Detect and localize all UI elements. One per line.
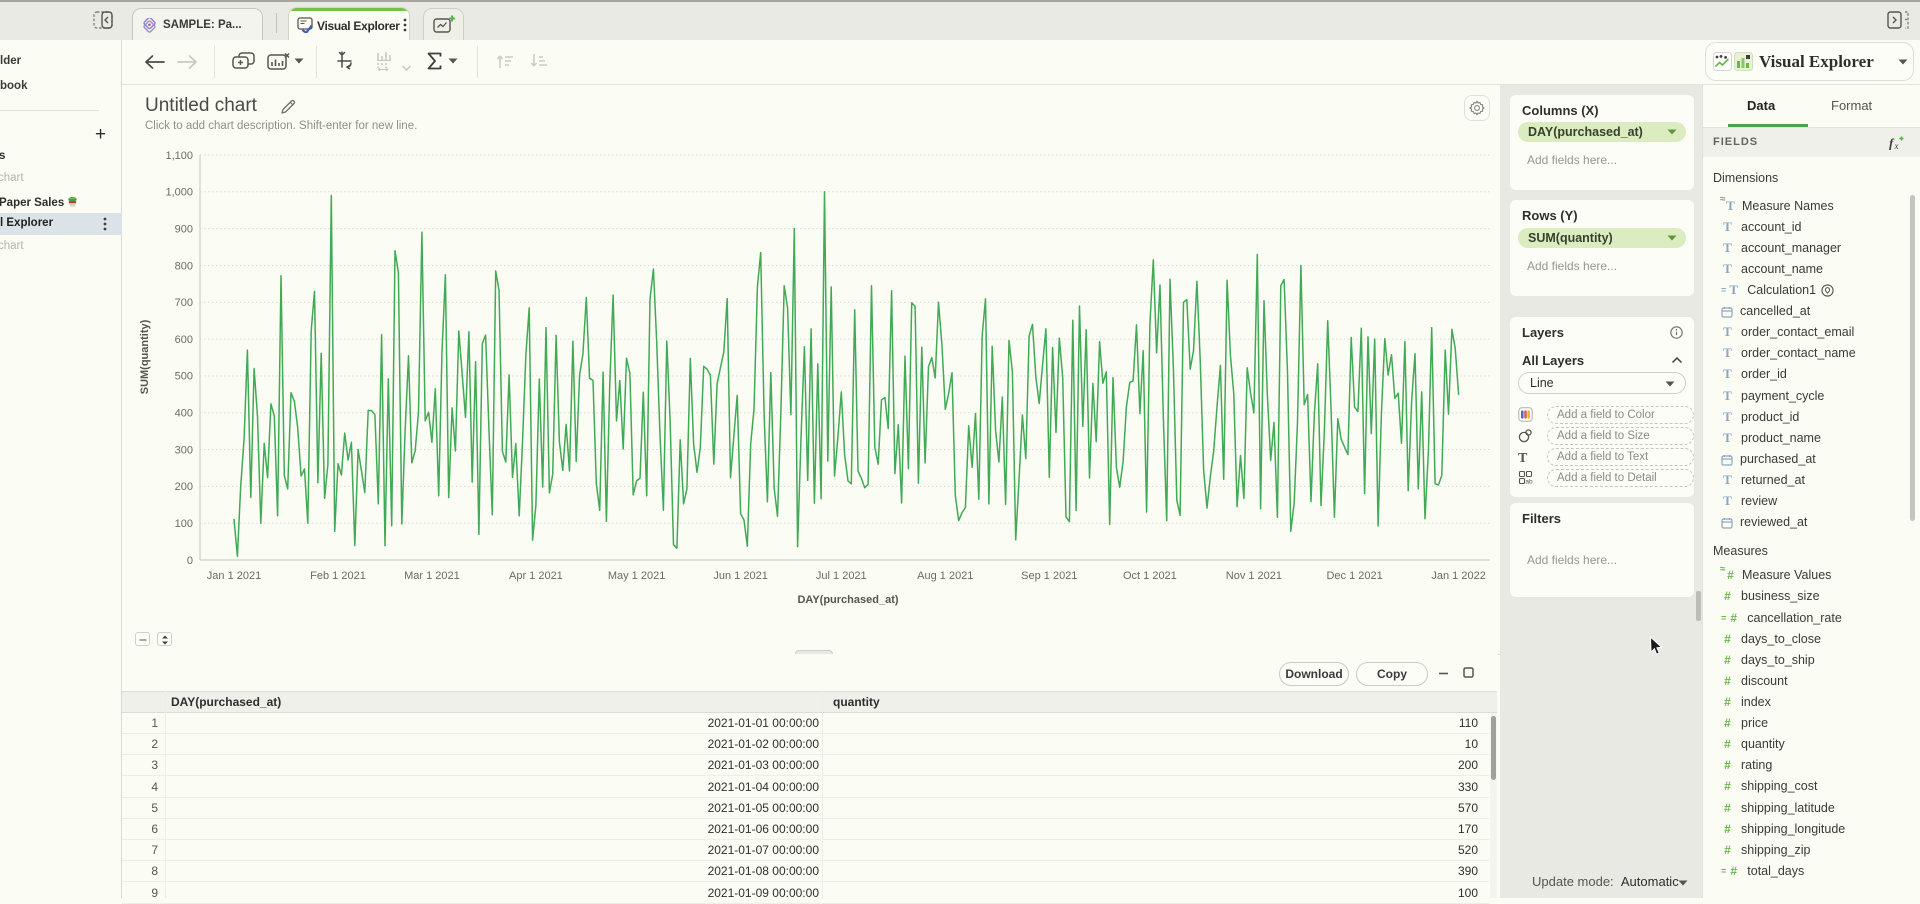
svg-text:Jan 1 2022: Jan 1 2022 — [1431, 570, 1485, 582]
svg-text:Mar 1 2021: Mar 1 2021 — [404, 570, 460, 582]
svg-text:Oct 1 2021: Oct 1 2021 — [1123, 570, 1177, 582]
svg-text:Jan 1 2021: Jan 1 2021 — [207, 570, 261, 582]
svg-text:Sep 1 2021: Sep 1 2021 — [1021, 570, 1077, 582]
svg-text:1,100: 1,100 — [165, 150, 193, 162]
svg-text:600: 600 — [175, 334, 193, 346]
svg-text:Apr 1 2021: Apr 1 2021 — [509, 570, 563, 582]
svg-text:Aug 1 2021: Aug 1 2021 — [917, 570, 973, 582]
svg-text:Feb 1 2021: Feb 1 2021 — [310, 570, 366, 582]
svg-text:900: 900 — [175, 223, 193, 235]
svg-text:200: 200 — [175, 481, 193, 493]
svg-text:800: 800 — [175, 260, 193, 272]
svg-text:May 1 2021: May 1 2021 — [608, 570, 665, 582]
svg-text:1,000: 1,000 — [165, 187, 193, 199]
svg-text:700: 700 — [175, 297, 193, 309]
svg-text:Jun 1 2021: Jun 1 2021 — [713, 570, 767, 582]
svg-text:300: 300 — [175, 444, 193, 456]
svg-text:x: x — [1894, 141, 1899, 150]
svg-text:Jul 1 2021: Jul 1 2021 — [816, 570, 867, 582]
svg-text:Dec 1 2021: Dec 1 2021 — [1326, 570, 1382, 582]
svg-text:100: 100 — [175, 518, 193, 530]
svg-text:DAY(purchased_at): DAY(purchased_at) — [797, 594, 898, 606]
svg-text:500: 500 — [175, 371, 193, 383]
svg-text:Nov 1 2021: Nov 1 2021 — [1226, 570, 1282, 582]
svg-text:0: 0 — [187, 555, 193, 567]
svg-text:ab: ab — [1525, 479, 1533, 485]
svg-text:400: 400 — [175, 408, 193, 420]
svg-text:SUM(quantity): SUM(quantity) — [139, 319, 151, 394]
